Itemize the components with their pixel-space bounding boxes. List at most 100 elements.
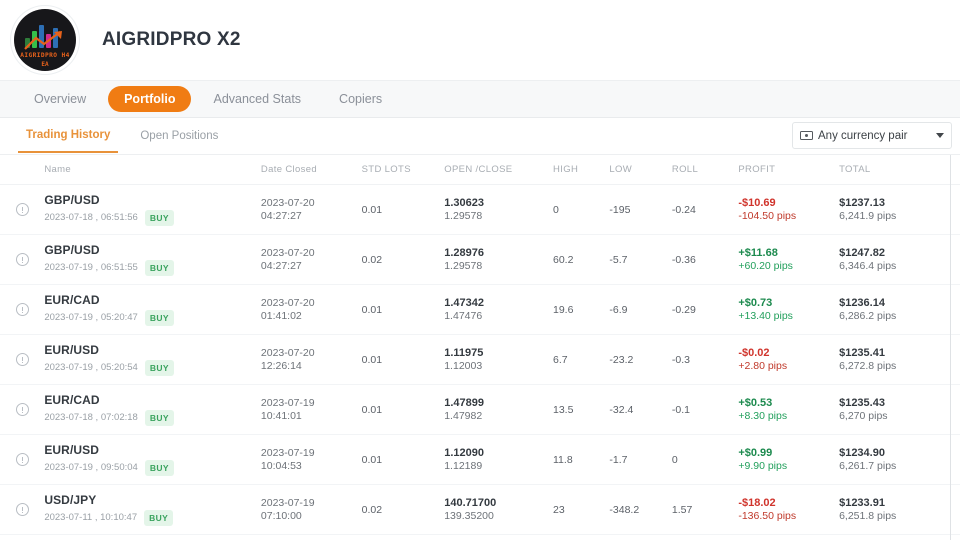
- table-row[interactable]: USD/JPY2023-07-12 , 10:06:59BUY2023-07-1…: [0, 534, 960, 540]
- tab-portfolio[interactable]: Portfolio: [108, 86, 192, 112]
- row-total-pips: 6,261.7 pips: [839, 460, 897, 472]
- row-high: 60.2: [553, 234, 610, 285]
- row-profit: -$18.02 -136.50 pips: [738, 484, 840, 535]
- row-date-closed: 2023-07-20 01:41:02: [260, 284, 362, 335]
- row-total-pips: 6,241.9 pips: [839, 210, 897, 222]
- row-total-amount: $1247.82: [839, 247, 885, 259]
- row-info-cell[interactable]: [0, 284, 45, 335]
- row-low: -223.4: [609, 534, 672, 540]
- status-badge: BUY: [144, 210, 174, 226]
- row-pair: EUR/USD: [44, 343, 100, 357]
- row-high: 23: [553, 484, 610, 535]
- row-total-amount: $1235.41: [839, 347, 885, 359]
- col-name: Name: [44, 155, 261, 185]
- row-open-close: 1.11975 1.12003: [444, 334, 553, 385]
- row-info-cell[interactable]: [0, 434, 45, 485]
- row-date-closed-date: 2023-07-19: [260, 497, 315, 509]
- row-open-price: 1.47899: [444, 397, 484, 409]
- table-row[interactable]: EUR/CAD 2023-07-19 , 05:20:47 BUY 2023-07-2…: [0, 284, 960, 335]
- currency-pair-select[interactable]: Any currency pair: [792, 122, 952, 149]
- col-date-closed: Date Closed: [260, 155, 362, 185]
- logo-text: AIGRIDPRO H4: [20, 52, 70, 59]
- row-open-line: 2023-07-18 , 07:02:18 BUY: [44, 410, 261, 426]
- row-profit-amount: +$11.68: [738, 247, 778, 259]
- row-roll: -0.36: [671, 234, 739, 285]
- row-open-line: 2023-07-19 , 05:20:47 BUY: [44, 310, 261, 326]
- row-low: -348.2: [609, 484, 672, 535]
- row-close-price: 1.47982: [444, 410, 483, 422]
- brand-header: AIGRIDPRO H4 EA AIGRIDPRO X2: [0, 0, 960, 80]
- col-roll: ROLL: [671, 155, 739, 185]
- row-total: $1235.43 6,270 pips: [839, 384, 960, 435]
- col-std-lots: STD LOTS: [361, 155, 445, 185]
- table-row[interactable]: GBP/USD 2023-07-18 , 06:51:56 BUY 2023-07-2…: [0, 184, 960, 235]
- subtab-trading-history[interactable]: Trading History: [18, 120, 119, 153]
- row-profit: -$0.46-11.70 pips: [738, 534, 840, 540]
- row-date-closed-date: 2023-07-20: [260, 197, 315, 209]
- info-icon[interactable]: [16, 403, 29, 416]
- row-total-pips: 6,270 pips: [839, 410, 888, 422]
- row-info-cell[interactable]: [0, 534, 45, 540]
- info-icon[interactable]: [16, 303, 29, 316]
- row-open-date: 2023-07-19 , 05:20:47: [44, 312, 138, 323]
- tab-advanced-stats[interactable]: Advanced Stats: [197, 86, 317, 112]
- row-lots: 0.03: [361, 534, 445, 540]
- row-roll: 0: [671, 434, 739, 485]
- row-pair: EUR/CAD: [44, 293, 100, 307]
- row-name-cell: GBP/USD 2023-07-18 , 06:51:56 BUY: [44, 184, 261, 235]
- row-total-amount: $1234.90: [839, 447, 885, 459]
- tab-copiers[interactable]: Copiers: [323, 86, 398, 112]
- row-open-price: 1.47342: [444, 297, 484, 309]
- row-open-line: 2023-07-19 , 06:51:55 BUY: [44, 260, 261, 276]
- status-badge: BUY: [144, 510, 174, 526]
- row-info-cell[interactable]: [0, 234, 45, 285]
- row-open-close: 1.28976 1.29578: [444, 234, 553, 285]
- row-date-closed: 2023-07-20 04:27:27: [260, 234, 362, 285]
- row-info-cell[interactable]: [0, 334, 45, 385]
- row-info-cell[interactable]: [0, 484, 45, 535]
- info-icon[interactable]: [16, 253, 29, 266]
- info-icon[interactable]: [16, 203, 29, 216]
- table-row[interactable]: GBP/USD 2023-07-19 , 06:51:55 BUY 2023-07-2…: [0, 234, 960, 285]
- table-row[interactable]: USD/JPY 2023-07-11 , 10:10:47 BUY 2023-07-1…: [0, 484, 960, 535]
- table-header: Name Date Closed STD LOTS OPEN /CLOSE HI…: [0, 155, 960, 185]
- row-open-date: 2023-07-19 , 09:50:04: [44, 462, 138, 473]
- row-total-amount: $1233.91: [839, 497, 885, 509]
- logo-subtext: EA: [41, 61, 49, 68]
- row-total-amount: $1237.13: [839, 197, 885, 209]
- row-info-cell[interactable]: [0, 184, 45, 235]
- row-date-closed-date: 2023-07-20: [260, 347, 315, 359]
- row-open-line: 2023-07-19 , 09:50:04 BUY: [44, 460, 261, 476]
- row-profit-pips: +2.80 pips: [738, 360, 788, 372]
- table-row[interactable]: EUR/CAD 2023-07-18 , 07:02:18 BUY 2023-07-1…: [0, 384, 960, 435]
- info-icon[interactable]: [16, 453, 29, 466]
- col-total: TOTAL: [839, 155, 960, 185]
- row-name-cell: EUR/CAD 2023-07-18 , 07:02:18 BUY: [44, 384, 261, 435]
- logo-arrow-icon: [24, 31, 62, 50]
- currency-pair-value: Any currency pair: [818, 129, 908, 142]
- row-open-close: 1.12090 1.12189: [444, 434, 553, 485]
- row-date-closed: 2023-07-20 04:27:27: [260, 184, 362, 235]
- row-close-price: 1.12003: [444, 360, 483, 372]
- row-profit: +$11.68 +60.20 pips: [738, 234, 840, 285]
- row-low: -6.9: [609, 284, 672, 335]
- row-date-closed-date: 2023-07-19: [260, 447, 315, 459]
- row-total: $1237.13 6,241.9 pips: [839, 184, 960, 235]
- tab-overview[interactable]: Overview: [18, 86, 102, 112]
- row-close-price: 1.29578: [444, 260, 483, 272]
- subtab-open-positions[interactable]: Open Positions: [132, 121, 226, 152]
- status-badge: BUY: [144, 410, 174, 426]
- table-row[interactable]: EUR/USD 2023-07-19 , 05:20:54 BUY 2023-07-2…: [0, 334, 960, 385]
- info-icon[interactable]: [16, 353, 29, 366]
- row-profit: +$0.53 +8.30 pips: [738, 384, 840, 435]
- row-pair: GBP/USD: [44, 243, 100, 257]
- trading-history-table: Name Date Closed STD LOTS OPEN /CLOSE HI…: [0, 155, 960, 540]
- col-profit: PROFIT: [738, 155, 840, 185]
- row-date-closed-time: 01:41:02: [260, 310, 302, 322]
- row-lots: 0.02: [361, 234, 445, 285]
- row-info-cell[interactable]: [0, 384, 45, 435]
- table-row[interactable]: EUR/USD 2023-07-19 , 09:50:04 BUY 2023-07-1…: [0, 434, 960, 485]
- status-badge: BUY: [144, 360, 174, 376]
- info-icon[interactable]: [16, 503, 29, 516]
- row-roll: -0.24: [671, 184, 739, 235]
